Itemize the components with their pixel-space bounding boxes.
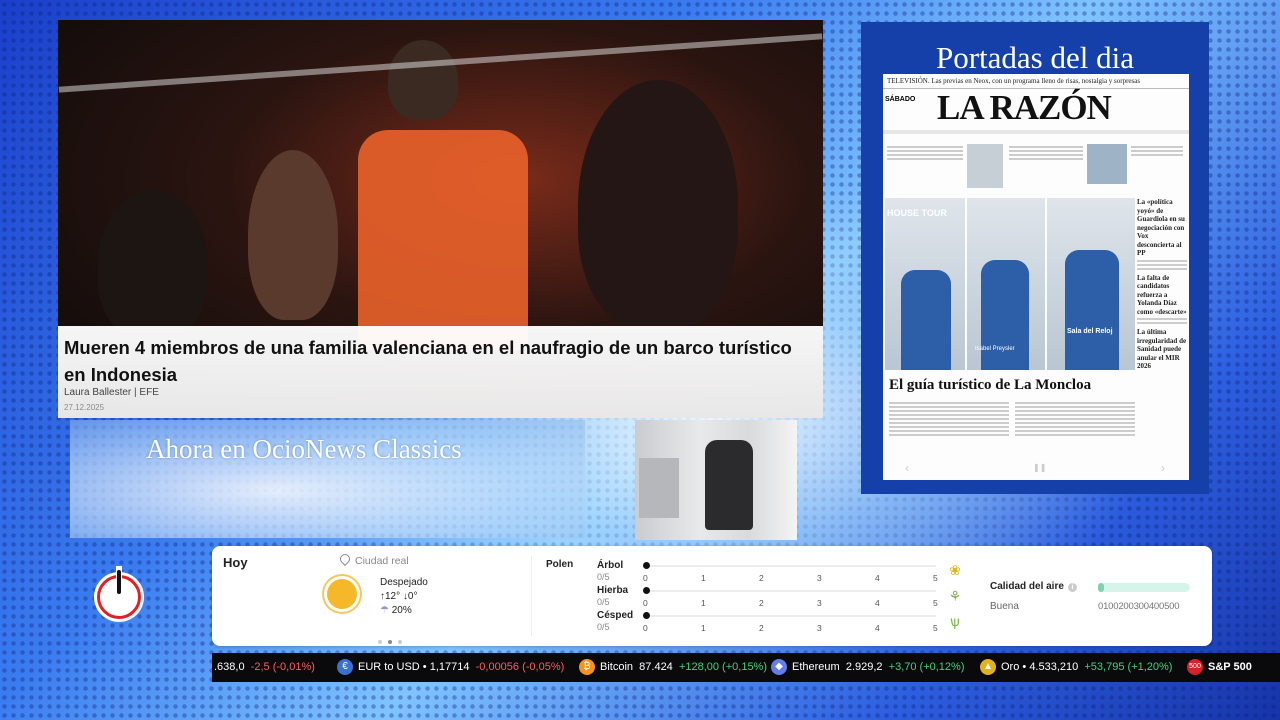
grass-pollen-icon: ⚘ (948, 588, 962, 604)
gold-icon: ▲ (980, 659, 996, 676)
news-video[interactable]: Mueren 4 miembros de una familia valenci… (58, 20, 823, 418)
newspaper-text (1015, 400, 1135, 438)
chair-image (705, 440, 753, 530)
weather-widget: Hoy Ciudad real Despejado ↑12° ↓0° ☂ 20%… (212, 546, 1212, 646)
newspaper-teasers (887, 140, 1183, 192)
video-author: Laura Ballester | EFE (64, 387, 159, 398)
teaser-photo (967, 144, 1003, 188)
location-pin-icon (337, 551, 353, 567)
side-story: La «política yoyó» de Guardiola en su ne… (1137, 198, 1185, 257)
weather-city[interactable]: Ciudad real (337, 551, 409, 567)
pollen-row-lawn: Césped 0/5 012345 (597, 610, 938, 633)
suit-figure (981, 260, 1029, 370)
promo-banner[interactable]: Ahora en OcioNews Classics (70, 420, 585, 538)
next-arrow-icon[interactable]: › (1161, 461, 1165, 475)
photo-caption: Isabel Preysler (975, 346, 1015, 352)
pause-icon[interactable]: ❚❚ (1033, 463, 1046, 472)
newspaper-bar (883, 130, 1189, 134)
newspaper-masthead: LA RAZÓN (937, 88, 1112, 127)
air-quality-label: Calidad del aire i (990, 581, 1077, 592)
video-person (388, 40, 458, 120)
ticker-item: ◆ Ethereum 2.929,2 +3,70 (+0,12%) (771, 653, 965, 682)
newspaper-side-stories: La «política yoyó» de Guardiola en su ne… (1137, 198, 1187, 371)
newspaper-text (889, 400, 1009, 438)
air-quality-value: Buena (990, 601, 1019, 612)
air-quality-ticks: 0100200300400500 (1098, 601, 1180, 612)
ticker-item: ▲ Oro • 4.533,210 +53,795 (+1,20%) (980, 653, 1172, 682)
air-quality-fill (1098, 583, 1104, 592)
weather-today-label: Hoy (223, 555, 248, 570)
video-date: 27.12.2025 (64, 403, 105, 412)
ticker-item: ₿ Bitcoin 87.424 +128,00 (+0,15%) (579, 653, 767, 682)
photo-caption: Sala del Reloj (1067, 328, 1113, 335)
video-life-vest (358, 130, 528, 350)
divider (531, 556, 532, 636)
market-ticker: .638,0 -2,5 (-0,01%) € EUR to USD • 1,177… (212, 653, 1280, 682)
pollen-label: Polen (546, 559, 574, 570)
pollen-level-marker (643, 587, 650, 594)
photo-caption: HOUSE TOUR (887, 208, 947, 218)
sun-icon (327, 579, 357, 609)
suit-figure (901, 270, 951, 370)
ethereum-icon: ◆ (771, 659, 787, 676)
air-quality-bar (1098, 583, 1190, 592)
teaser-photo (1087, 144, 1127, 184)
video-caption: Mueren 4 miembros de una familia valenci… (58, 326, 823, 418)
umbrella-icon: ☂ (380, 605, 389, 616)
weather-condition: Despejado (380, 577, 428, 588)
ticker-item: € EUR to USD • 1,17714 -0,00056 (-0,05%) (337, 653, 564, 682)
desk-image (639, 458, 679, 518)
newspaper-photo: Isabel Preysler (967, 198, 1045, 370)
video-headline[interactable]: Mueren 4 miembros de una familia valenci… (64, 334, 804, 388)
side-story: La falta de candidatos refuerza a Yoland… (1137, 273, 1187, 316)
weather-temperatures: ↑12° ↓0° (380, 591, 418, 602)
tree-pollen-icon: ❀ (949, 562, 961, 578)
pollen-row-grass: Hierba 0/5 012345 (597, 585, 938, 608)
newspaper-photo: HOUSE TOUR (885, 198, 965, 370)
sp500-icon: 500 (1187, 659, 1203, 676)
video-person (98, 190, 208, 340)
promo-text: Ahora en OcioNews Classics (146, 434, 462, 464)
ticker-item: .638,0 -2,5 (-0,01%) (214, 661, 315, 673)
currency-icon: € (337, 659, 353, 676)
pollen-level-marker (643, 612, 650, 619)
front-pages-panel: Portadas del dia TELEVISIÓN. Las previas… (861, 22, 1209, 494)
side-story: La última irregularidad de Sanidad puede… (1137, 328, 1187, 370)
newspaper-day: SÁBADO (885, 96, 916, 103)
front-pages-title: Portadas del dia (935, 40, 1134, 75)
lawn-pollen-icon: ѱ (950, 613, 960, 629)
suit-figure (1065, 250, 1119, 370)
weather-rain: ☂ 20% (380, 605, 412, 616)
ticker-item: 500 S&P 500 (1187, 653, 1252, 682)
prev-arrow-icon[interactable]: ‹ (905, 461, 909, 475)
pollen-level-marker (643, 562, 650, 569)
weather-pager[interactable] (375, 631, 405, 649)
newspaper-headline: El guía turístico de La Moncloa (889, 377, 1092, 393)
info-icon[interactable]: i (1067, 583, 1077, 592)
video-person (248, 150, 338, 320)
newspaper-top-strip: TELEVISIÓN. Las previas en Neox, con un … (883, 74, 1189, 89)
power-button[interactable] (94, 566, 144, 622)
pollen-row-tree: Árbol 0/5 012345 (597, 560, 938, 583)
newspaper-photo: Sala del Reloj (1047, 198, 1135, 370)
video-person (578, 80, 738, 330)
bitcoin-icon: ₿ (579, 659, 595, 676)
newspaper-front-page[interactable]: TELEVISIÓN. Las previas en Neox, con un … (883, 74, 1189, 480)
room-thumbnail[interactable] (635, 420, 797, 540)
